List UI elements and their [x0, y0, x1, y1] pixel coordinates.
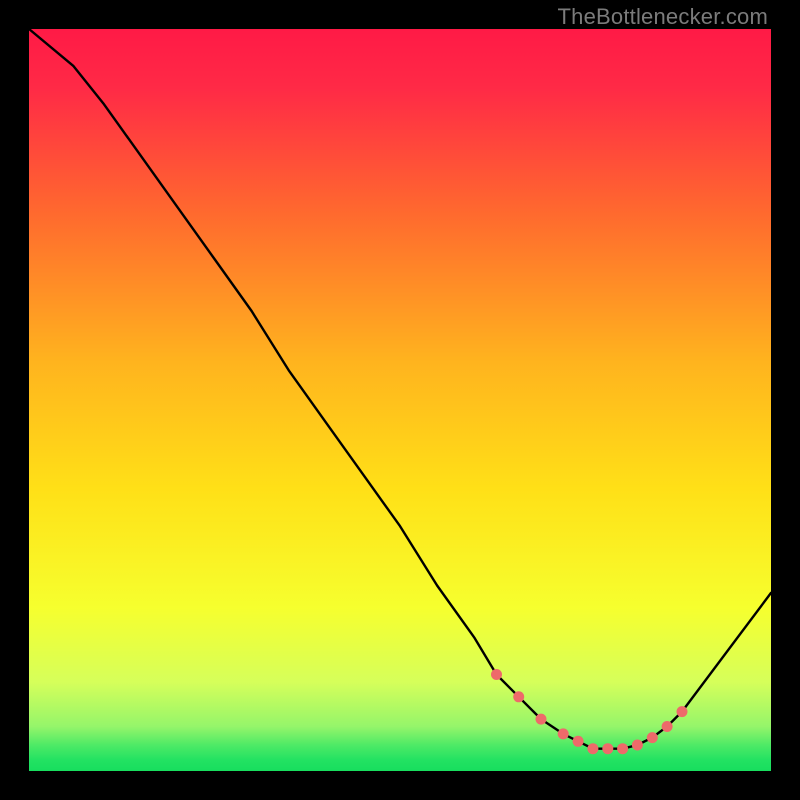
curve-marker: [536, 714, 547, 725]
curve-marker: [573, 736, 584, 747]
outer-black-frame: TheBottlenecker.com: [0, 0, 800, 800]
curve-marker: [558, 728, 569, 739]
watermark-text: TheBottlenecker.com: [558, 4, 768, 30]
curve-marker: [587, 743, 598, 754]
bottleneck-chart: [29, 29, 771, 771]
curve-marker: [491, 669, 502, 680]
curve-marker: [677, 706, 688, 717]
plot-area: [29, 29, 771, 771]
curve-marker: [513, 691, 524, 702]
gradient-background: [29, 29, 771, 771]
curve-marker: [632, 740, 643, 751]
curve-marker: [602, 743, 613, 754]
curve-marker: [647, 732, 658, 743]
curve-marker: [662, 721, 673, 732]
curve-marker: [617, 743, 628, 754]
